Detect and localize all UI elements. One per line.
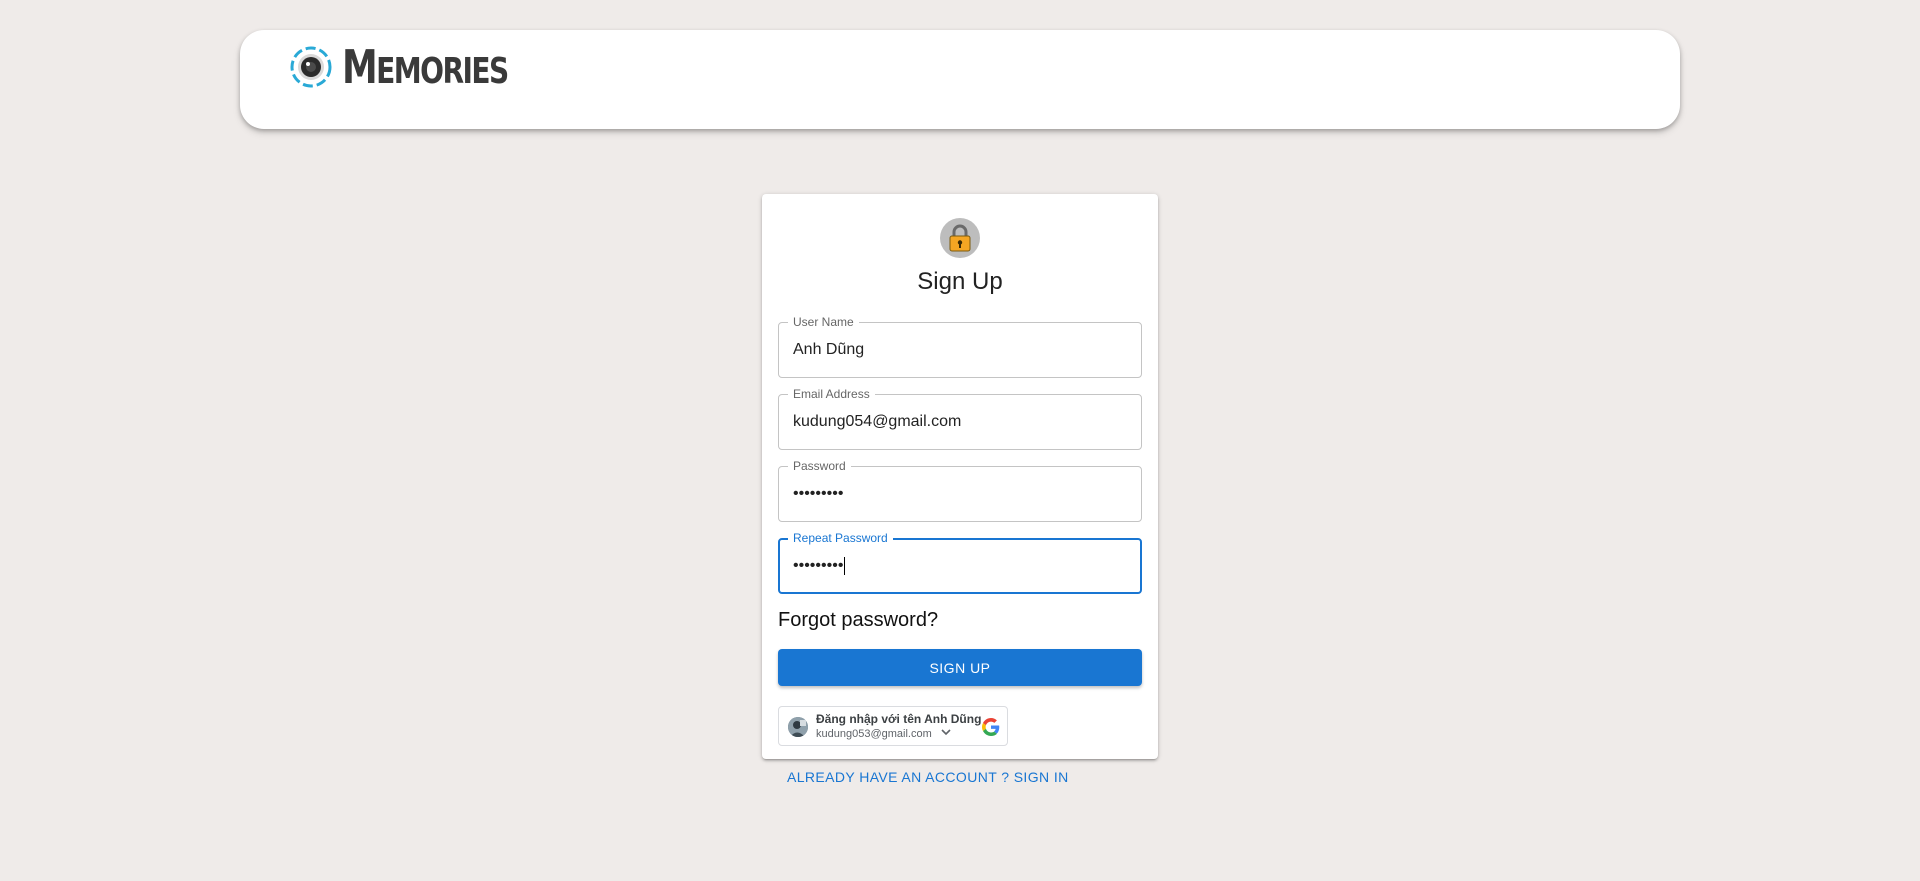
signup-button[interactable]: SIGN UP: [778, 649, 1142, 686]
google-account-name: Đăng nhập với tên Anh Dũng: [816, 712, 982, 726]
forgot-password-link[interactable]: Forgot password?: [778, 609, 938, 632]
email-label: Email Address: [788, 387, 875, 401]
username-field[interactable]: User Name Anh Dũng: [778, 315, 1142, 378]
page-title: Sign Up: [917, 268, 1003, 295]
repeat-password-field[interactable]: Repeat Password •••••••••: [778, 531, 1142, 594]
repeat-password-value-wrap: •••••••••: [793, 557, 846, 575]
signup-card: Sign Up User Name Anh Dũng Email Address…: [762, 194, 1158, 759]
password-label: Password: [788, 459, 851, 473]
signin-link[interactable]: ALREADY HAVE AN ACCOUNT ? SIGN IN: [787, 769, 1069, 785]
app-title: MEMORIES: [342, 40, 509, 94]
camera-lens-icon: [290, 46, 332, 88]
email-field[interactable]: Email Address kudung054@gmail.com: [778, 387, 1142, 450]
password-value: •••••••••: [793, 485, 844, 502]
email-value: kudung054@gmail.com: [793, 413, 962, 430]
google-signin-button[interactable]: Đăng nhập với tên Anh Dũng kudung053@gma…: [778, 706, 1008, 746]
username-value: Anh Dũng: [793, 341, 865, 358]
google-account-email: kudung053@gmail.com: [816, 728, 932, 740]
password-field[interactable]: Password •••••••••: [778, 459, 1142, 522]
chevron-down-icon[interactable]: [941, 729, 951, 736]
brand[interactable]: MEMORIES: [290, 44, 554, 90]
avatar: [940, 218, 980, 258]
repeat-password-value: •••••••••: [793, 557, 844, 575]
repeat-password-label: Repeat Password: [788, 531, 893, 545]
text-caret: [844, 557, 846, 575]
app-bar: MEMORIES: [240, 30, 1680, 129]
lock-icon: [949, 224, 971, 252]
username-label: User Name: [788, 315, 859, 329]
google-g-icon: [982, 718, 1000, 736]
google-account-avatar: [788, 717, 808, 737]
